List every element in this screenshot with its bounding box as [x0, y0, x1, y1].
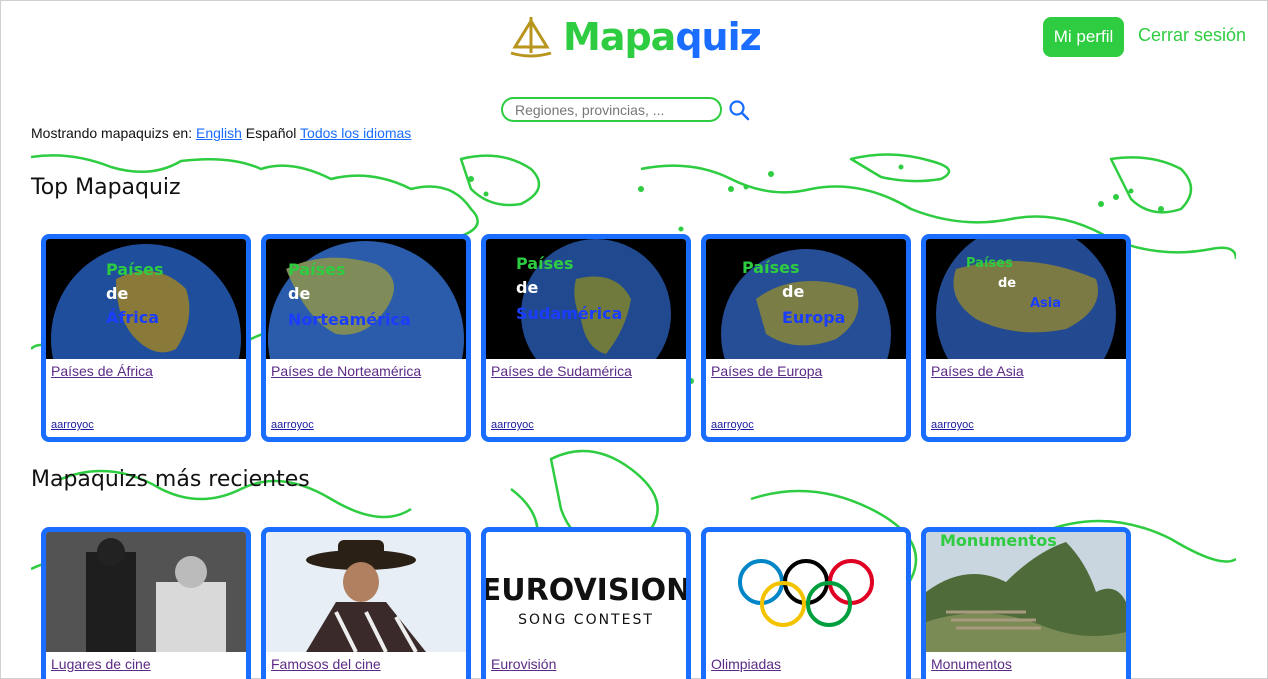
- olympic-rings-thumbnail: [706, 532, 906, 652]
- earth-label-3: Europa: [782, 308, 845, 327]
- quiz-card-title[interactable]: Países de Europa: [711, 363, 906, 379]
- quiz-card-europe[interactable]: Países de Europa Países de Europa aarroy…: [701, 234, 911, 442]
- quiz-card-title[interactable]: Países de Sudamérica: [491, 363, 686, 379]
- quiz-card-title[interactable]: Países de Norteamérica: [271, 363, 466, 379]
- quiz-card-monuments[interactable]: Monumentos Monumentos: [921, 527, 1131, 679]
- sailboat-logo-icon: [510, 17, 552, 58]
- quiz-card-film-places[interactable]: Lugares de cine: [41, 527, 251, 679]
- quiz-card-title[interactable]: Famosos del cine: [271, 656, 466, 672]
- earth-label-1: Países: [742, 258, 799, 277]
- header: Mapaquiz Mi perfil Cerrar sesión: [1, 1, 1268, 81]
- search-input[interactable]: [501, 97, 722, 122]
- language-spanish: Español: [245, 125, 297, 141]
- language-all-link[interactable]: Todos los idiomas: [300, 125, 411, 141]
- monumentos-overlay: Monumentos: [940, 532, 1057, 550]
- quiz-card-south-america[interactable]: Países de Sudamérica Países de Sudaméric…: [481, 234, 691, 442]
- earth-label-3: Asia: [1030, 296, 1061, 311]
- quiz-card-film-stars[interactable]: Famosos del cine: [261, 527, 471, 679]
- quiz-card-title[interactable]: Eurovisión: [491, 656, 686, 672]
- eurovision-logo-thumbnail: EUROVISION SONG CONTEST: [486, 532, 686, 652]
- logo-text-part1: Mapa: [563, 15, 676, 59]
- recent-section-title: Mapaquizs más recientes: [31, 467, 310, 492]
- quiz-card-author[interactable]: aarroyoc: [711, 419, 754, 431]
- earth-africa-thumbnail: Países de África: [46, 239, 246, 359]
- logout-link[interactable]: Cerrar sesión: [1138, 25, 1246, 46]
- quiz-card-title[interactable]: Países de África: [51, 363, 246, 379]
- quiz-card-asia[interactable]: Países de Asia Países de Asia aarroyoc: [921, 234, 1131, 442]
- logo[interactable]: Mapaquiz: [507, 13, 762, 61]
- quiz-card-north-america[interactable]: Países de Norteamérica Países de Norteam…: [261, 234, 471, 442]
- eurovision-logo-line1: EUROVISION: [486, 573, 686, 608]
- quiz-card-author[interactable]: aarroyoc: [491, 419, 534, 431]
- earth-label-2: de: [516, 278, 538, 297]
- earth-label-2: de: [288, 284, 310, 303]
- quiz-card-title[interactable]: Monumentos: [931, 656, 1126, 672]
- quiz-card-author[interactable]: aarroyoc: [931, 419, 974, 431]
- logo-text: Mapaquiz: [563, 15, 762, 59]
- machu-picchu-thumbnail: Monumentos: [926, 532, 1126, 652]
- language-filter: Mostrando mapaquizs en: English Español …: [31, 125, 411, 141]
- earth-north-america-thumbnail: Países de Norteamérica: [266, 239, 466, 359]
- earth-label-2: de: [782, 282, 804, 301]
- quiz-card-title[interactable]: Olimpiadas: [711, 656, 906, 672]
- cowboy-thumbnail: [266, 532, 466, 652]
- earth-europe-thumbnail: Países de Europa: [706, 239, 906, 359]
- logo-text-part2: quiz: [675, 15, 761, 59]
- earth-label-2: de: [998, 276, 1016, 291]
- earth-label-2: de: [106, 284, 128, 303]
- quiz-card-author[interactable]: aarroyoc: [51, 419, 94, 431]
- earth-label-3: Sudamérica: [516, 304, 622, 323]
- profile-button[interactable]: Mi perfil: [1043, 17, 1124, 57]
- earth-label-3: Norteamérica: [288, 310, 411, 329]
- language-english-link[interactable]: English: [196, 125, 242, 141]
- quiz-card-olympics[interactable]: Olimpiadas: [701, 527, 911, 679]
- earth-label-1: Países: [288, 260, 345, 279]
- search-icon[interactable]: [728, 99, 750, 121]
- earth-asia-thumbnail: Países de Asia: [926, 239, 1126, 359]
- earth-south-america-thumbnail: Países de Sudamérica: [486, 239, 686, 359]
- earth-label-1: Países: [966, 256, 1013, 271]
- film-still-thumbnail: [46, 532, 246, 652]
- quiz-card-africa[interactable]: Países de África Países de África aarroy…: [41, 234, 251, 442]
- quiz-card-title[interactable]: Países de Asia: [931, 363, 1126, 379]
- language-prefix: Mostrando mapaquizs en:: [31, 125, 193, 141]
- quiz-card-eurovision[interactable]: EUROVISION SONG CONTEST Eurovisión: [481, 527, 691, 679]
- earth-label-1: Países: [106, 260, 163, 279]
- earth-label-3: África: [106, 308, 159, 327]
- eurovision-logo-line2: SONG CONTEST: [518, 612, 654, 628]
- top-section-title: Top Mapaquiz: [31, 175, 181, 200]
- quiz-card-title[interactable]: Lugares de cine: [51, 656, 246, 672]
- earth-label-1: Países: [516, 254, 573, 273]
- quiz-card-author[interactable]: aarroyoc: [271, 419, 314, 431]
